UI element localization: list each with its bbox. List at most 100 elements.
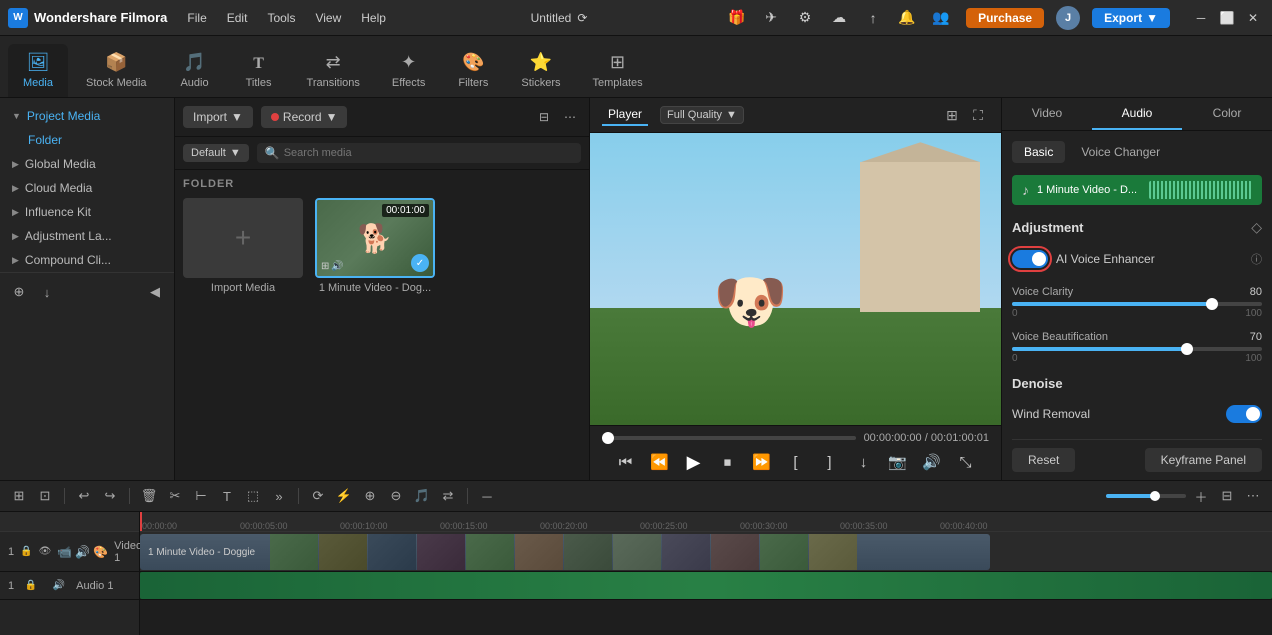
- split-icon[interactable]: ⊕: [359, 485, 381, 507]
- zoom-track[interactable]: [1106, 494, 1186, 498]
- media-item-import[interactable]: + Import Media: [183, 198, 303, 294]
- import-thumb[interactable]: +: [183, 198, 303, 278]
- filter-icon[interactable]: ⊟: [533, 106, 555, 128]
- more-icon[interactable]: ⋯: [559, 106, 581, 128]
- search-input[interactable]: [284, 147, 573, 159]
- video-thumb[interactable]: 🐕 00:01:00 ⊞ 🔊 ✓: [315, 198, 435, 278]
- minimize-button[interactable]: ─: [1190, 7, 1212, 29]
- tab-media[interactable]: 🖼 Media: [8, 44, 68, 97]
- settings-icon[interactable]: ⚙: [792, 5, 818, 31]
- gift-icon[interactable]: 🎁: [724, 5, 750, 31]
- timeline-ruler[interactable]: 00:00:00 00:00:05:00 00:00:10:00 00:00:1…: [140, 512, 1272, 532]
- default-sort-button[interactable]: Default ▼: [183, 144, 249, 162]
- mark-in-icon[interactable]: [: [784, 450, 808, 474]
- purchase-button[interactable]: Purchase: [966, 8, 1044, 28]
- tree-item-cloud-media[interactable]: ▶ Cloud Media: [0, 176, 174, 200]
- next-frame-icon[interactable]: ⏩: [750, 450, 774, 474]
- add-track-icon[interactable]: ⊕: [8, 281, 30, 303]
- stop-button[interactable]: ⏹: [716, 450, 740, 474]
- tree-item-global-media[interactable]: ▶ Global Media: [0, 152, 174, 176]
- collapse-panel-icon[interactable]: ◀: [144, 281, 166, 303]
- bell-icon[interactable]: 🔔: [894, 5, 920, 31]
- tab-audio[interactable]: 🎵 Audio: [165, 44, 225, 97]
- tab-audio[interactable]: Audio: [1092, 98, 1182, 130]
- tab-templates[interactable]: ⊞ Templates: [578, 44, 656, 97]
- tab-filters[interactable]: 🎨 Filters: [443, 44, 503, 97]
- tab-effects[interactable]: ✦ Effects: [378, 44, 439, 97]
- tab-video[interactable]: Video: [1002, 98, 1092, 130]
- video1-lock-icon[interactable]: 🔒: [20, 541, 32, 563]
- tab-stickers[interactable]: ⭐ Stickers: [507, 44, 574, 97]
- adjustment-reset-icon[interactable]: ◇: [1251, 219, 1262, 236]
- undo-icon[interactable]: ↩: [73, 485, 95, 507]
- menu-file[interactable]: File: [179, 9, 214, 27]
- tab-titles[interactable]: T Titles: [229, 47, 289, 97]
- voice-beautification-thumb[interactable]: [1181, 343, 1193, 355]
- zoom-out-icon[interactable]: －: [476, 485, 498, 507]
- record-button[interactable]: Record ▼: [261, 106, 348, 128]
- video-clip-1[interactable]: 1 Minute Video - Doggie: [140, 534, 990, 570]
- voice-beautification-track[interactable]: [1012, 347, 1262, 351]
- avatar[interactable]: J: [1056, 6, 1080, 30]
- layout-icon[interactable]: ⊟: [1216, 485, 1238, 507]
- magnetic-icon[interactable]: ⊡: [34, 485, 56, 507]
- import-icon[interactable]: ↓: [36, 281, 58, 303]
- more-effects-icon[interactable]: »: [268, 485, 290, 507]
- grid-view-icon[interactable]: ⊞: [941, 104, 963, 126]
- tab-color[interactable]: Color: [1182, 98, 1272, 130]
- snapshot-icon[interactable]: 📷: [886, 450, 910, 474]
- tree-item-adjustment[interactable]: ▶ Adjustment La...: [0, 224, 174, 248]
- volume-icon[interactable]: 🔊: [920, 450, 944, 474]
- video1-vol-icon[interactable]: 🔊: [75, 545, 90, 559]
- ai-voice-enhancer-info-icon[interactable]: ⓘ: [1251, 251, 1262, 267]
- crop-icon[interactable]: ⬚: [242, 485, 264, 507]
- sub-tab-voice-changer[interactable]: Voice Changer: [1069, 141, 1172, 163]
- search-box[interactable]: 🔍: [257, 143, 581, 163]
- audio1-lock-icon[interactable]: 🔒: [20, 575, 42, 597]
- tree-item-compound[interactable]: ▶ Compound Cli...: [0, 248, 174, 272]
- text-icon[interactable]: T: [216, 485, 238, 507]
- zoom-thumb[interactable]: [1150, 491, 1160, 501]
- trim-icon[interactable]: ⊢: [190, 485, 212, 507]
- playhead-cursor[interactable]: [140, 512, 142, 531]
- users-icon[interactable]: 👥: [928, 5, 954, 31]
- more-timeline-icon[interactable]: ⋯: [1242, 485, 1264, 507]
- maximize-button[interactable]: ⬜: [1216, 7, 1238, 29]
- menu-tools[interactable]: Tools: [259, 9, 303, 27]
- prev-frame-icon[interactable]: ⏪: [648, 450, 672, 474]
- snap-icon[interactable]: ⊞: [8, 485, 30, 507]
- wind-removal-toggle[interactable]: [1226, 405, 1262, 423]
- tree-item-project-media[interactable]: ▼ Project Media: [0, 104, 174, 128]
- reset-button[interactable]: Reset: [1012, 448, 1075, 472]
- menu-edit[interactable]: Edit: [219, 9, 256, 27]
- render-icon[interactable]: ⤡: [954, 450, 978, 474]
- progress-track[interactable]: [602, 436, 856, 440]
- add-to-timeline-icon[interactable]: ↓: [852, 450, 876, 474]
- zoom-in-icon[interactable]: ＋: [1190, 485, 1212, 507]
- menu-help[interactable]: Help: [353, 9, 394, 27]
- video1-hide-icon[interactable]: 👁: [39, 541, 52, 563]
- sub-tab-basic[interactable]: Basic: [1012, 141, 1065, 163]
- merge-icon[interactable]: ⊖: [385, 485, 407, 507]
- speed-icon[interactable]: ⚡: [333, 485, 355, 507]
- player-tab[interactable]: Player: [602, 104, 648, 126]
- quality-select[interactable]: Full Quality ▼: [660, 106, 744, 124]
- cut-icon[interactable]: ✂: [164, 485, 186, 507]
- export-button[interactable]: Export ▼: [1092, 8, 1170, 28]
- voice-clarity-track[interactable]: [1012, 302, 1262, 306]
- video1-add-icon[interactable]: 📹: [57, 545, 72, 559]
- progress-thumb[interactable]: [602, 432, 614, 444]
- tree-item-folder[interactable]: Folder: [0, 128, 174, 152]
- tab-stock-media[interactable]: 📦 Stock Media: [72, 44, 161, 97]
- ai-voice-enhancer-toggle[interactable]: [1012, 250, 1048, 268]
- cloud-icon[interactable]: ☁: [826, 5, 852, 31]
- share-icon[interactable]: ✈: [758, 5, 784, 31]
- transition-icon[interactable]: ⇄: [437, 485, 459, 507]
- voice-clarity-thumb[interactable]: [1206, 298, 1218, 310]
- video1-color-icon[interactable]: 🎨: [93, 545, 108, 559]
- import-button[interactable]: Import ▼: [183, 106, 253, 128]
- loop-icon[interactable]: ⟳: [307, 485, 329, 507]
- keyframe-panel-button[interactable]: Keyframe Panel: [1145, 448, 1262, 472]
- fullscreen-icon[interactable]: ⛶: [967, 104, 989, 126]
- redo-icon[interactable]: ↪: [99, 485, 121, 507]
